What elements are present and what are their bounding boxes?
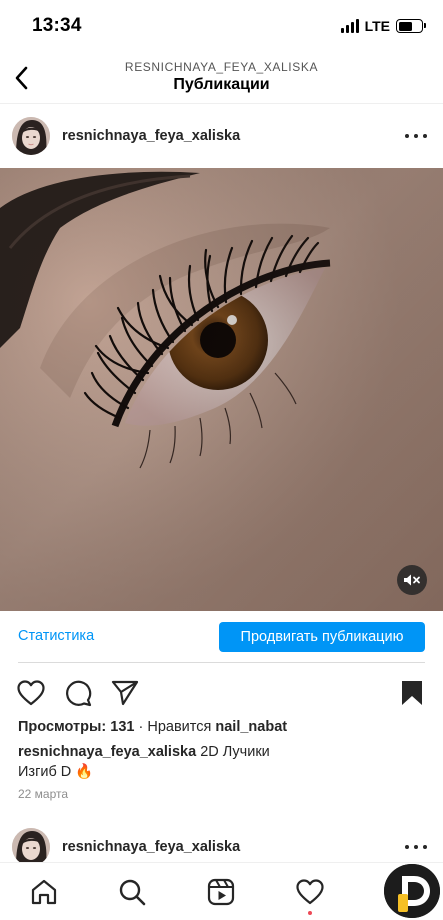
activity-icon <box>296 879 324 905</box>
header-subtitle: RESNICHNAYA_FEYA_XALISKA <box>124 60 319 74</box>
battery-icon <box>396 19 426 33</box>
post-date: 22 марта <box>18 787 69 801</box>
liked-by-prefix: Нравится <box>147 719 212 735</box>
promote-post-button[interactable]: Продвигать публикацию <box>219 622 425 652</box>
caption-text: 2D Лучики <box>200 744 270 760</box>
save-button[interactable] <box>397 678 427 708</box>
views-count[interactable]: 131 <box>110 719 134 735</box>
volume-muted-icon <box>404 574 420 586</box>
nav-header: RESNICHNAYA_FEYA_XALISKA Публикации <box>0 52 443 104</box>
status-time: 13:34 <box>32 15 82 36</box>
more-options-icon[interactable] <box>405 842 427 852</box>
divider <box>18 662 425 663</box>
share-button[interactable] <box>110 678 140 708</box>
send-icon <box>111 680 139 706</box>
page-title: Публикации <box>173 76 270 93</box>
like-button[interactable] <box>16 678 46 708</box>
tab-activity[interactable] <box>294 876 326 908</box>
notification-dot <box>308 911 312 915</box>
tab-search[interactable] <box>116 876 148 908</box>
caption-username[interactable]: resnichnaya_feya_xaliska <box>18 744 196 760</box>
post-actions <box>0 674 443 710</box>
tab-home[interactable] <box>28 876 60 908</box>
home-icon <box>31 879 57 905</box>
bookmark-icon <box>402 681 422 705</box>
avatar-image <box>12 117 50 155</box>
heart-icon <box>17 680 45 706</box>
status-bar: 13:34 LTE <box>0 0 443 52</box>
avatar-image <box>12 828 50 866</box>
tab-reels[interactable] <box>205 876 237 908</box>
floating-app-badge[interactable] <box>384 864 440 918</box>
promotion-row: Статистика Продвигать публикацию <box>0 611 443 663</box>
post-header: resnichnaya_feya_xaliska <box>0 104 443 168</box>
mute-toggle-button[interactable] <box>397 565 427 595</box>
post-image[interactable] <box>0 168 443 611</box>
network-type: LTE <box>364 18 390 34</box>
views-label: Просмотры: <box>18 719 107 735</box>
bottom-tab-bar <box>0 862 443 920</box>
comment-icon <box>66 680 92 707</box>
eye-photo <box>0 168 443 611</box>
fire-emoji: 🔥 <box>75 764 94 780</box>
liked-by-user[interactable]: nail_nabat <box>215 719 287 735</box>
post-caption: resnichnaya_feya_xaliska 2D Лучики Изгиб… <box>18 742 418 782</box>
avatar[interactable] <box>12 117 50 155</box>
app-logo-icon <box>384 864 440 918</box>
statistics-link[interactable]: Статистика <box>18 628 94 644</box>
comment-button[interactable] <box>63 678 93 708</box>
status-indicators: LTE <box>340 18 426 34</box>
post-username[interactable]: resnichnaya_feya_xaliska <box>62 128 240 144</box>
separator: · <box>138 719 144 735</box>
signal-strength-icon <box>340 19 359 33</box>
reels-icon <box>207 878 235 906</box>
more-options-icon[interactable] <box>405 131 427 141</box>
avatar[interactable] <box>12 828 50 866</box>
caption-line2: Изгиб D <box>18 764 72 780</box>
views-likes-line: Просмотры: 131 · Нравится nail_nabat <box>18 719 287 735</box>
search-icon <box>119 879 146 906</box>
next-post-username[interactable]: resnichnaya_feya_xaliska <box>62 839 240 855</box>
